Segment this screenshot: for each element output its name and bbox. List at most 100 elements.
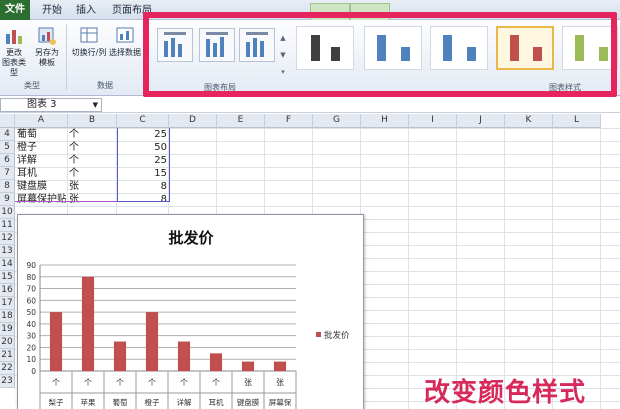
cell-name[interactable]: 葡萄 — [17, 128, 66, 141]
save-template-icon — [38, 27, 56, 45]
cell-unit[interactable]: 个 — [69, 167, 115, 180]
category-label: 橙子 — [145, 397, 160, 407]
excel-window: 文件 开始 插入 页面布局 更改 图表类型 另存为 模板 类型 切换行/列 选择… — [0, 0, 620, 409]
select-data-button[interactable]: 选择数据 — [108, 26, 142, 58]
bar-屏幕保 — [273, 361, 287, 371]
cell-unit[interactable]: 张 — [69, 193, 115, 206]
row-header-5[interactable]: 5 — [0, 141, 15, 154]
grid-column-line — [456, 128, 457, 409]
row-header-4[interactable]: 4 — [0, 128, 15, 141]
column-header-G[interactable]: G — [313, 114, 361, 128]
select-data-label: 选择数据 — [109, 48, 141, 57]
category-label: 键盘膜 — [237, 397, 260, 407]
source-range-border — [117, 128, 170, 202]
switch-row-column-button[interactable]: 切换行/列 — [70, 26, 108, 58]
column-header-B[interactable]: B — [68, 114, 117, 128]
bar-耳机 — [209, 353, 223, 371]
cell-unit[interactable]: 个 — [69, 128, 115, 141]
grid-column-line — [408, 128, 409, 409]
category-unit-label: 个 — [180, 378, 188, 387]
bar-chart: 批发价 0 10 20 30 40 50 60 70 80 90 个梨子 个苹果 个葡萄 个橙子 个详解 个耳机… — [26, 229, 350, 409]
grid-column-line — [504, 128, 505, 409]
source-range-border-bottom — [15, 201, 117, 202]
row-header-6[interactable]: 6 — [0, 154, 15, 167]
bar-键盘膜 — [241, 361, 255, 371]
chevron-down-icon[interactable]: ▼ — [93, 99, 98, 111]
cell-name[interactable]: 屏幕保护贴 — [17, 193, 66, 206]
chart-type-icon — [6, 30, 22, 44]
change-chart-type-button[interactable]: 更改 图表类型 — [2, 26, 26, 78]
row-header-21[interactable]: 21 — [0, 349, 15, 362]
cell-unit[interactable]: 个 — [69, 154, 115, 167]
formula-bar-row: 图表 3 ▼ — [0, 97, 620, 113]
column-header-F[interactable]: F — [265, 114, 313, 128]
row-header-11[interactable]: 11 — [0, 219, 15, 232]
name-box[interactable]: 图表 3 ▼ — [0, 98, 102, 112]
caption-text: 改变颜色样式 — [424, 378, 587, 408]
cell-unit[interactable]: 张 — [69, 180, 115, 193]
bar-详解 — [177, 341, 191, 371]
bar-梨子 — [49, 312, 63, 371]
cell-name[interactable]: 耳机 — [17, 167, 66, 180]
group-label-type: 类型 — [24, 81, 40, 90]
column-header-K[interactable]: K — [505, 114, 553, 128]
column-header-D[interactable]: D — [169, 114, 217, 128]
row-header-16[interactable]: 16 — [0, 284, 15, 297]
grid-column-line — [552, 128, 553, 409]
grid-column-line — [600, 128, 601, 409]
category-label: 屏幕保 — [269, 397, 292, 407]
category-label: 梨子 — [49, 398, 64, 407]
cell-name[interactable]: 详解 — [17, 154, 66, 167]
select-all-corner[interactable] — [0, 114, 15, 128]
category-unit-label: 张 — [276, 378, 284, 387]
row-header-18[interactable]: 18 — [0, 310, 15, 323]
column-header-A[interactable]: A — [15, 114, 68, 128]
column-header-H[interactable]: H — [361, 114, 409, 128]
y-tick-label: 60 — [26, 296, 36, 305]
row-header-10[interactable]: 10 — [0, 206, 15, 219]
bar-葡萄 — [113, 341, 127, 371]
row-header-17[interactable]: 17 — [0, 297, 15, 310]
tab-home[interactable]: 开始 — [38, 3, 66, 20]
row-header-14[interactable]: 14 — [0, 258, 15, 271]
cell-unit[interactable]: 个 — [69, 141, 115, 154]
chart-object[interactable]: 批发价 0 10 20 30 40 50 60 70 80 90 个梨子 个苹果 个葡萄 个橙子 个详解 个耳机… — [17, 214, 364, 409]
category-unit-label: 张 — [244, 378, 252, 387]
y-tick-label: 10 — [26, 355, 36, 364]
y-tick-label: 50 — [26, 308, 36, 317]
cell-name[interactable]: 橙子 — [17, 141, 66, 154]
chart-title: 批发价 — [168, 229, 214, 247]
group-label-data: 数据 — [97, 81, 113, 90]
y-tick-label: 30 — [26, 332, 36, 341]
ribbon-separator — [66, 24, 67, 90]
save-as-template-button[interactable]: 另存为 模板 — [32, 26, 62, 68]
row-header-12[interactable]: 12 — [0, 232, 15, 245]
category-unit-label: 个 — [84, 378, 92, 387]
y-tick-label: 0 — [31, 367, 36, 376]
column-header-L[interactable]: L — [553, 114, 601, 128]
y-tick-label: 70 — [26, 285, 36, 294]
column-header-C[interactable]: C — [117, 114, 169, 128]
row-header-20[interactable]: 20 — [0, 336, 15, 349]
bar-橙子 — [145, 312, 159, 371]
category-label: 苹果 — [81, 397, 96, 407]
y-tick-label: 80 — [26, 273, 36, 282]
name-box-value: 图表 3 — [27, 99, 57, 110]
row-header-8[interactable]: 8 — [0, 180, 15, 193]
column-header-J[interactable]: J — [457, 114, 505, 128]
row-header-9[interactable]: 9 — [0, 193, 15, 206]
column-header-I[interactable]: I — [409, 114, 457, 128]
y-tick-label: 90 — [26, 261, 36, 270]
tab-insert[interactable]: 插入 — [72, 3, 100, 20]
category-unit-label: 个 — [52, 378, 60, 387]
row-header-15[interactable]: 15 — [0, 271, 15, 284]
category-label: 详解 — [177, 397, 192, 407]
row-header-22[interactable]: 22 — [0, 362, 15, 375]
column-header-E[interactable]: E — [217, 114, 265, 128]
tab-file[interactable]: 文件 — [0, 0, 30, 20]
row-header-7[interactable]: 7 — [0, 167, 15, 180]
row-header-23[interactable]: 23 — [0, 375, 15, 388]
row-header-13[interactable]: 13 — [0, 245, 15, 258]
row-header-19[interactable]: 19 — [0, 323, 15, 336]
cell-name[interactable]: 键盘膜 — [17, 180, 66, 193]
